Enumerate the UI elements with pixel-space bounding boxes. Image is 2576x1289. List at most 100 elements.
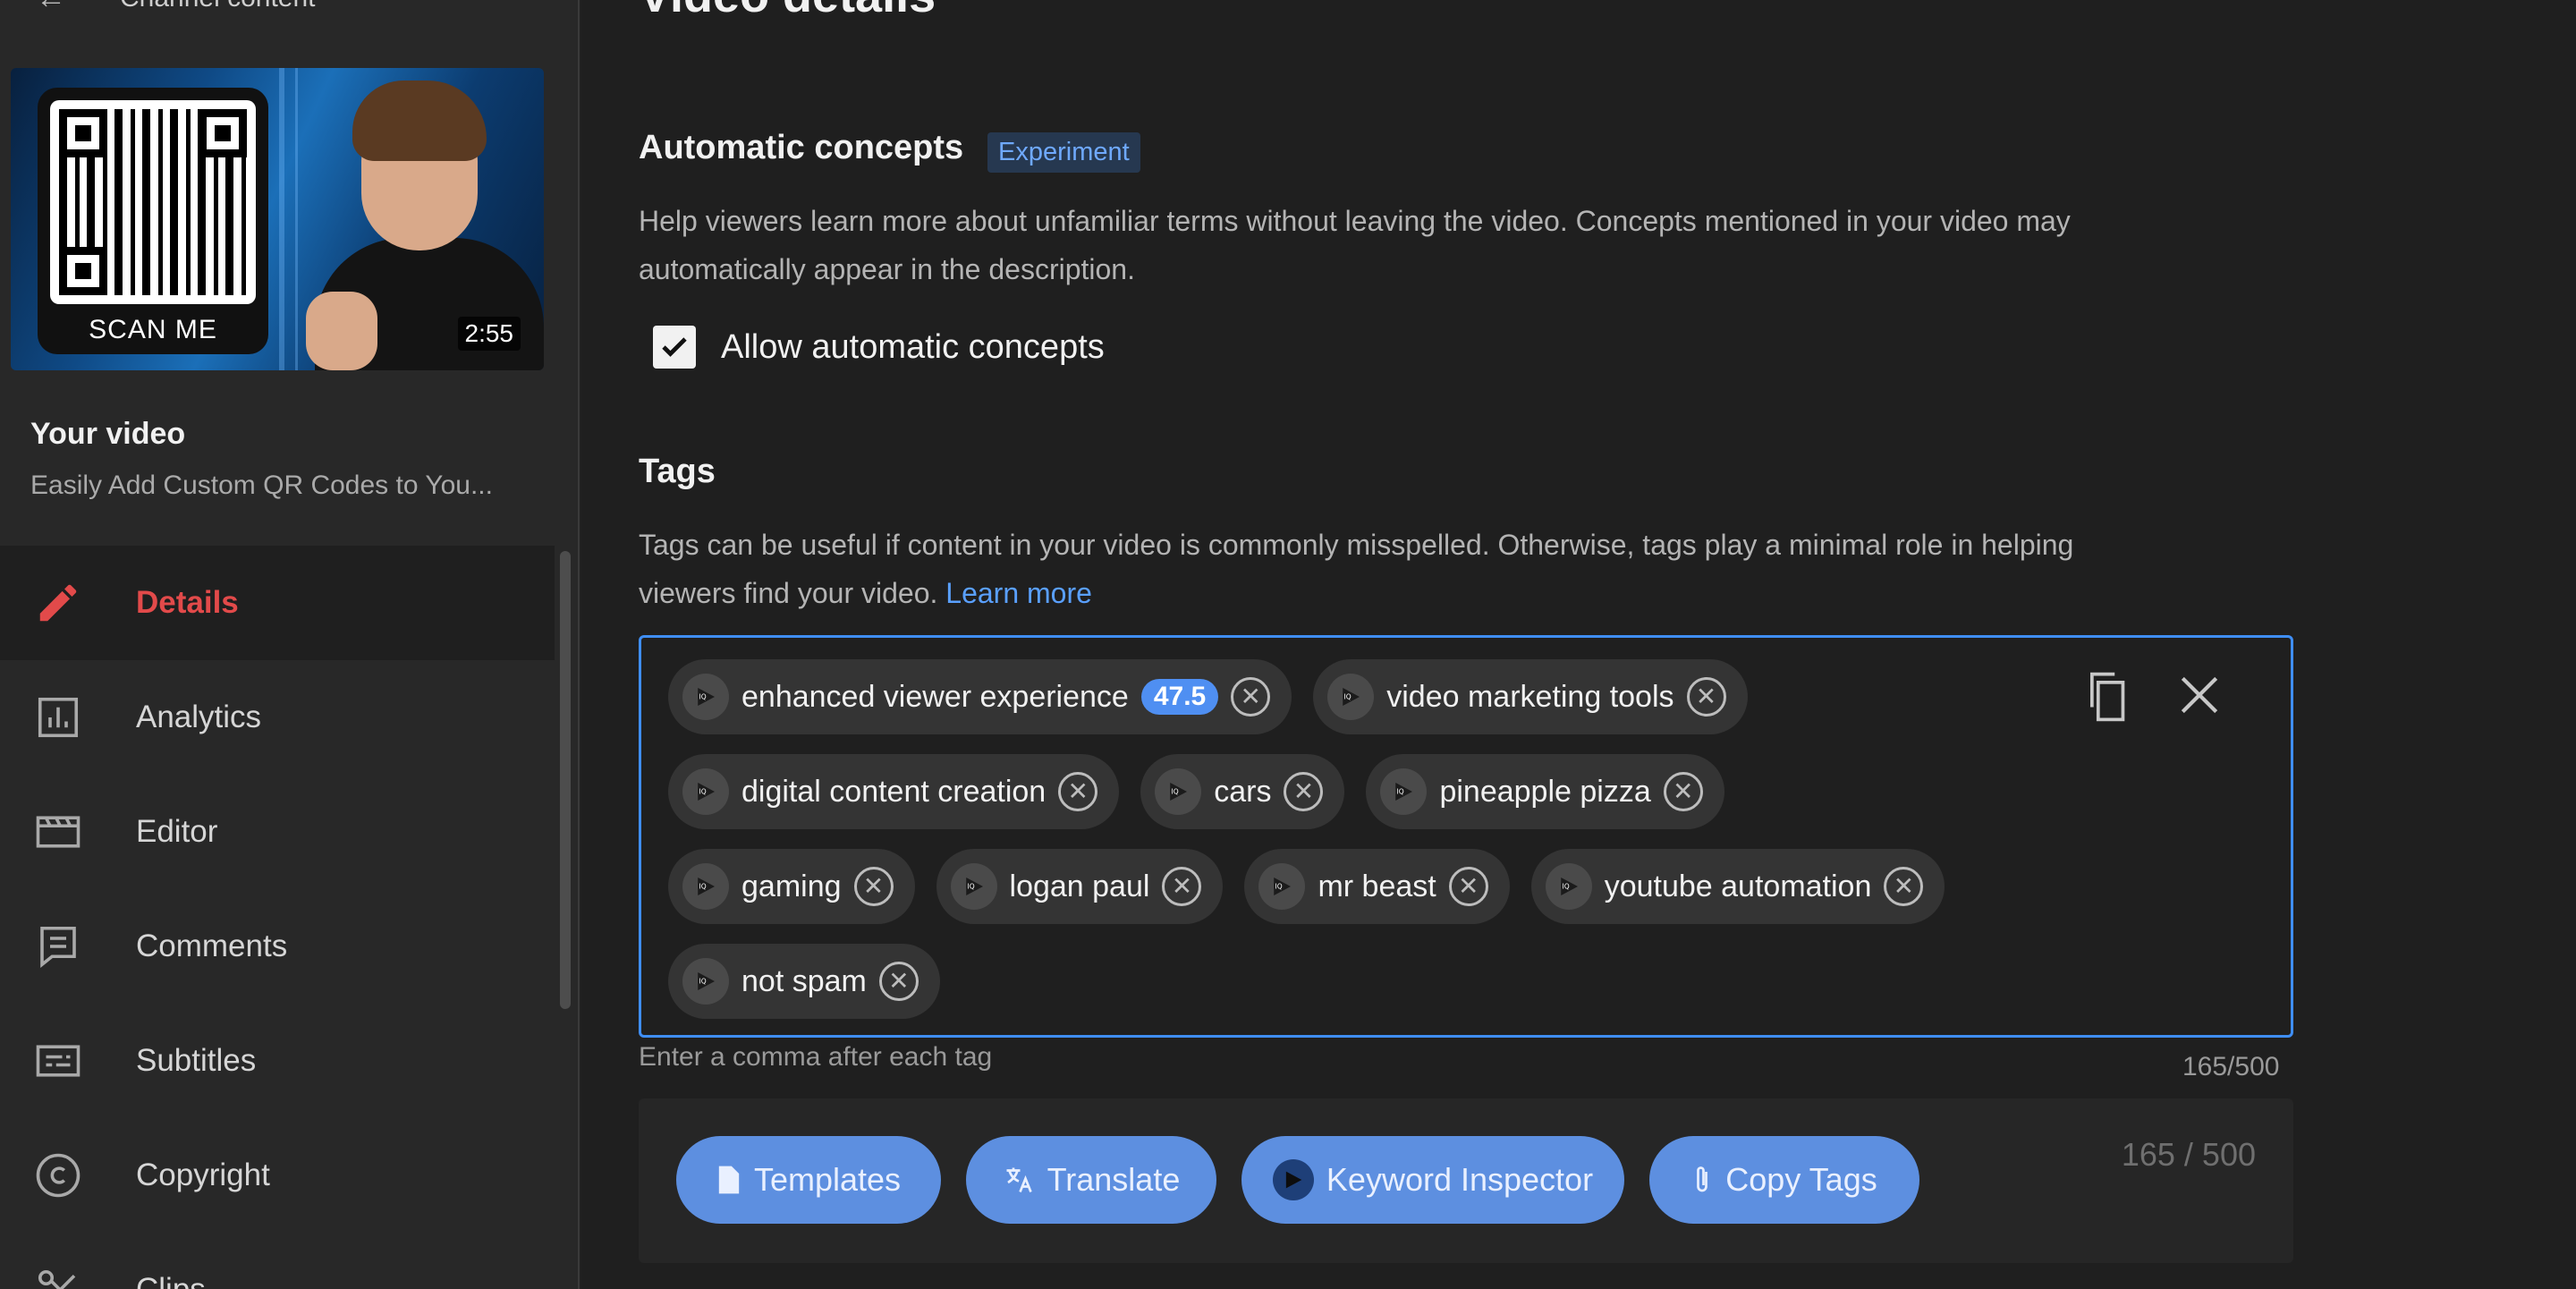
remove-tag-icon[interactable]: ✕ (1448, 867, 1488, 906)
tag-chip[interactable]: IQ mr beast ✕ (1244, 849, 1510, 924)
concepts-description: Help viewers learn more about unfamiliar… (639, 205, 2071, 285)
sidebar-item-label: Comments (136, 929, 288, 963)
svg-text:IQ: IQ (1275, 883, 1283, 891)
remove-tag-icon[interactable]: ✕ (878, 962, 919, 1001)
copy-tags-button[interactable]: Copy Tags (1649, 1136, 1919, 1224)
tag-row: IQ digital content creation ✕ IQ cars ✕ … (668, 754, 2264, 829)
sidebar-item-label: Copyright (136, 1158, 270, 1192)
keyword-logo-icon: IQ (682, 674, 729, 720)
tag-label: gaming (741, 869, 842, 903)
tags-input[interactable]: IQ enhanced viewer experience 47.5 ✕ IQ … (639, 635, 2293, 1038)
qr-scan-label: SCAN ME (89, 315, 217, 344)
paperclip-icon (1697, 1166, 1708, 1192)
keyword-inspector-button[interactable]: Keyword Inspector (1241, 1136, 1624, 1224)
tag-label: not spam (741, 963, 867, 998)
sidebar-nav: Details Analytics Editor Comments Subtit… (0, 546, 555, 1289)
tag-label: enhanced viewer experience (741, 679, 1129, 714)
translate-button[interactable]: Translate (966, 1136, 1216, 1224)
sidebar-scrollbar[interactable] (560, 551, 571, 1009)
tags-description: Tags can be useful if content in your vi… (639, 529, 2074, 609)
svg-text:IQ: IQ (699, 978, 707, 986)
light-streak (295, 68, 298, 370)
remove-tag-icon[interactable]: ✕ (1058, 772, 1098, 811)
remove-tag-icon[interactable]: ✕ (853, 867, 894, 906)
tag-chip[interactable]: IQ enhanced viewer experience 47.5 ✕ (668, 659, 1292, 734)
copy-tags-label: Copy Tags (1725, 1161, 1877, 1198)
tag-chip[interactable]: IQ cars ✕ (1140, 754, 1345, 829)
tag-label: logan paul (1009, 869, 1150, 903)
tag-chip[interactable]: IQ digital content creation ✕ (668, 754, 1120, 829)
sidebar-item-subtitles[interactable]: Subtitles (0, 1004, 555, 1118)
qr-finder (59, 109, 107, 157)
tag-chip[interactable]: IQ not spam ✕ (668, 944, 940, 1019)
sidebar-item-label: Details (136, 585, 239, 620)
tag-label: mr beast (1318, 869, 1436, 903)
tag-row: IQ gaming ✕ IQ logan paul ✕ IQ mr beast … (668, 849, 2264, 924)
tags-title: Tags (639, 453, 716, 490)
sidebar-item-comments[interactable]: Comments (0, 889, 555, 1004)
channel-content-header[interactable]: ← Channel content (36, 0, 316, 16)
sidebar-item-label: Analytics (136, 700, 262, 734)
svg-text:IQ: IQ (1397, 788, 1404, 796)
qr-code (50, 100, 256, 304)
allow-concepts-label: Allow automatic concepts (721, 327, 1105, 366)
keyword-inspector-label: Keyword Inspector (1326, 1161, 1594, 1198)
tag-chip[interactable]: IQ logan paul ✕ (936, 849, 1224, 924)
main-content: Video details Automatic concepts Experim… (581, 0, 2576, 1289)
allow-concepts-checkbox[interactable] (653, 326, 696, 369)
remove-tag-icon[interactable]: ✕ (1884, 867, 1924, 906)
tag-chip[interactable]: IQ video marketing tools ✕ (1313, 659, 1748, 734)
sidebar-item-editor[interactable]: Editor (0, 775, 555, 889)
tag-label: pineapple pizza (1439, 774, 1651, 809)
keyword-logo-icon: IQ (1380, 768, 1428, 815)
svg-text:IQ: IQ (699, 693, 707, 701)
tag-chip[interactable]: IQ pineapple pizza ✕ (1366, 754, 1724, 829)
sidebar-item-clips[interactable]: Clips (0, 1233, 555, 1289)
subtitles-icon (34, 1037, 82, 1085)
keyword-logo-icon: IQ (682, 958, 729, 1005)
pencil-icon (34, 579, 82, 627)
experiment-badge: Experiment (987, 132, 1140, 173)
learn-more-link[interactable]: Learn more (945, 577, 1092, 609)
tag-chip[interactable]: IQ gaming ✕ (668, 849, 915, 924)
sidebar-item-analytics[interactable]: Analytics (0, 660, 555, 775)
back-arrow-icon[interactable]: ← (36, 0, 66, 16)
remove-tag-icon[interactable]: ✕ (1231, 677, 1271, 717)
video-title[interactable]: Easily Add Custom QR Codes to You... (30, 471, 531, 501)
translate-icon (1006, 1167, 1032, 1193)
page-title: Video details (639, 0, 936, 23)
copy-all-tags-icon[interactable] (2081, 670, 2131, 724)
svg-text:IQ: IQ (967, 883, 974, 891)
remove-tag-icon[interactable]: ✕ (1284, 772, 1324, 811)
keyword-logo-icon: IQ (1545, 863, 1592, 910)
qr-finder (59, 247, 107, 295)
clear-tags-icon[interactable] (2174, 670, 2224, 720)
sidebar-item-copyright[interactable]: Copyright (0, 1118, 555, 1233)
remove-tag-icon[interactable]: ✕ (1686, 677, 1726, 717)
sidebar-item-details[interactable]: Details (0, 546, 555, 660)
remove-tag-icon[interactable]: ✕ (1663, 772, 1703, 811)
tags-char-counter: 165/500 (2182, 1052, 2280, 1081)
sidebar-item-label: Subtitles (136, 1043, 257, 1078)
keyword-logo-icon: IQ (950, 863, 997, 910)
tag-chip[interactable]: IQ youtube automation ✕ (1530, 849, 1945, 924)
your-video-label: Your video (30, 417, 186, 451)
sidebar-item-label: Editor (136, 814, 218, 849)
translate-label: Translate (1046, 1161, 1181, 1198)
video-thumbnail[interactable]: SCAN ME 2:55 (11, 68, 544, 370)
remove-tag-icon[interactable]: ✕ (1162, 867, 1202, 906)
sidebar: ← Channel content SCAN ME 2:55 Your vide… (0, 0, 580, 1289)
tag-label: youtube automation (1604, 869, 1872, 903)
toolbar-char-counter: 165 / 500 (2121, 1136, 2256, 1173)
analytics-icon (34, 693, 82, 742)
allow-concepts-row[interactable]: Allow automatic concepts (653, 326, 1105, 369)
keyword-logo-icon: IQ (1258, 863, 1306, 910)
tag-label: cars (1214, 774, 1272, 809)
keyword-logo-icon: IQ (682, 768, 729, 815)
keyword-logo-icon: IQ (1327, 674, 1375, 720)
tag-row: IQ not spam ✕ (668, 944, 2264, 1019)
templates-button[interactable]: Templates (676, 1136, 941, 1224)
scissors-icon (34, 1266, 82, 1289)
qr-finder (199, 109, 247, 157)
qr-code-card: SCAN ME (38, 88, 268, 354)
